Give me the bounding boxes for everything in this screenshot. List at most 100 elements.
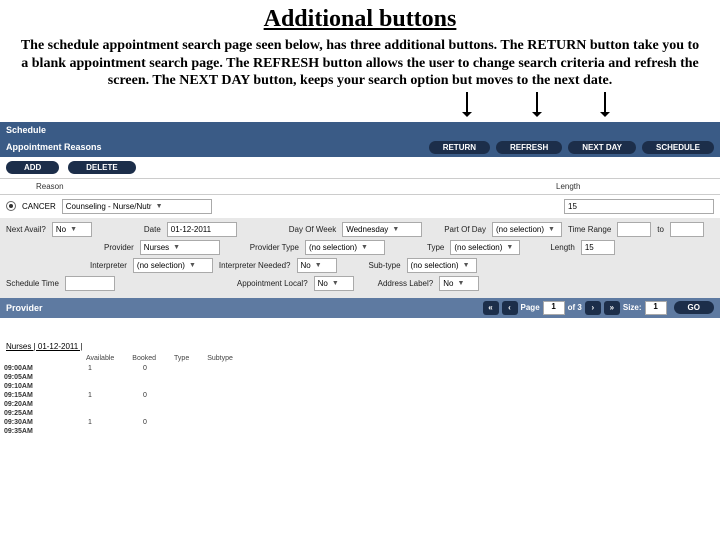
pager-go-button[interactable]: GO — [674, 301, 714, 314]
refresh-button[interactable]: REFRESH — [496, 141, 562, 154]
chevron-down-icon: ▼ — [189, 262, 196, 269]
next-avail-value: No — [56, 225, 66, 234]
slot-available: 1 — [70, 365, 110, 372]
slot-time: 09:25AM — [4, 410, 52, 417]
slot-time: 09:05AM — [4, 374, 52, 381]
schedule-row[interactable]: 09:35AM — [0, 427, 720, 436]
time-range-to-input[interactable] — [670, 222, 704, 237]
chevron-down-icon: ▼ — [506, 244, 513, 251]
col-reason: Reason — [30, 179, 550, 194]
slot-booked: 0 — [128, 419, 162, 426]
subtype-label: Sub-type — [369, 261, 401, 270]
schedule-button[interactable]: SCHEDULE — [642, 141, 714, 154]
pod-select[interactable]: (no selection)▼ — [492, 222, 562, 237]
col-booked: Booked — [132, 355, 156, 362]
schedule-row[interactable]: 09:10AM — [0, 382, 720, 391]
schedule-row[interactable]: 09:30AM 1 0 — [0, 418, 720, 427]
chevron-down-icon: ▼ — [457, 280, 464, 287]
pager-prev-button[interactable]: ‹ — [502, 301, 518, 315]
time-range-to-label: to — [657, 225, 664, 234]
dow-value: Wednesday — [346, 225, 388, 234]
interpreter-needed-label: Interpreter Needed? — [219, 261, 291, 270]
slot-available: 1 — [70, 419, 110, 426]
intro-paragraph: The schedule appointment search page see… — [0, 33, 720, 92]
schedule-row[interactable]: 09:20AM — [0, 400, 720, 409]
chevron-down-icon: ▼ — [173, 244, 180, 251]
appt-local-label: Appointment Local? — [237, 279, 308, 288]
provider-value: Nurses — [144, 243, 169, 252]
subtype-select[interactable]: (no selection) ▼ — [407, 258, 477, 273]
pager-next-button[interactable]: › — [585, 301, 601, 315]
delete-button[interactable]: DELETE — [68, 161, 136, 174]
interpreter-select[interactable]: (no selection) ▼ — [133, 258, 213, 273]
section-bar-provider: Provider « ‹ Page 1 of 3 › » Size: 1 GO — [0, 298, 720, 318]
dow-select[interactable]: Wednesday ▼ — [342, 222, 422, 237]
arrow-nextday-icon — [604, 92, 606, 116]
slot-time: 09:00AM — [4, 365, 52, 372]
pod-value: (no selection) — [496, 225, 544, 234]
pager-first-button[interactable]: « — [483, 301, 499, 315]
pager-of-label: of 3 — [568, 303, 582, 312]
slot-booked: 0 — [128, 365, 162, 372]
date-input[interactable]: 01-12-2011 — [167, 222, 237, 237]
section-bar-schedule: Schedule — [0, 122, 720, 138]
chevron-down-icon: ▼ — [332, 280, 339, 287]
reason-radio[interactable] — [6, 201, 16, 211]
reason-column-headers: Reason Length — [0, 178, 720, 195]
pager-size-input[interactable]: 1 — [645, 301, 667, 315]
schedule-row[interactable]: 09:00AM 1 0 — [0, 364, 720, 373]
appt-local-value: No — [318, 279, 328, 288]
subtype-value: (no selection) — [411, 261, 459, 270]
col-length: Length — [550, 179, 720, 194]
chevron-down-icon: ▼ — [315, 262, 322, 269]
schedule-row[interactable]: 09:05AM — [0, 373, 720, 382]
slot-time: 09:15AM — [4, 392, 52, 399]
next-day-button[interactable]: NEXT DAY — [568, 141, 636, 154]
address-label-value: No — [443, 279, 453, 288]
schedule-slots: 09:00AM 1 0 09:05AM 09:10AM 09:15AM 1 0 09:20AM 0… — [0, 364, 720, 436]
type-label: Type — [427, 243, 444, 252]
arrow-return-icon — [466, 92, 468, 116]
provider-type-select[interactable]: (no selection)▼ — [305, 240, 385, 255]
reason-code: CANCER — [22, 202, 56, 211]
interpreter-value: (no selection) — [137, 261, 185, 270]
chevron-down-icon: ▼ — [463, 262, 470, 269]
pager-last-button[interactable]: » — [604, 301, 620, 315]
col-type: Type — [174, 355, 189, 362]
type-select[interactable]: (no selection) ▼ — [450, 240, 520, 255]
reason-desc-value: Counseling - Nurse/Nutr — [66, 202, 152, 211]
add-button[interactable]: ADD — [6, 161, 59, 174]
slot-available: 1 — [70, 392, 110, 399]
interpreter-needed-select[interactable]: No ▼ — [297, 258, 337, 273]
schedule-row[interactable]: 09:15AM10 — [0, 391, 720, 400]
address-label-select[interactable]: No ▼ — [439, 276, 479, 291]
provider-type-label: Provider Type — [250, 243, 299, 252]
interpreter-needed-value: No — [301, 261, 311, 270]
schedule-time-input[interactable] — [65, 276, 115, 291]
return-button[interactable]: RETURN — [429, 141, 490, 154]
next-avail-select[interactable]: No ▼ — [52, 222, 92, 237]
appointment-reasons-label: Appointment Reasons — [6, 142, 102, 152]
slot-time: 09:30AM — [4, 419, 52, 426]
chevron-down-icon: ▼ — [392, 226, 399, 233]
callout-arrows — [0, 92, 720, 122]
time-range-label: Time Range — [568, 225, 611, 234]
chevron-down-icon: ▼ — [361, 244, 368, 251]
address-label-label: Address Label? — [378, 279, 434, 288]
time-range-from-input[interactable] — [617, 222, 651, 237]
pager-size-label: Size: — [623, 303, 642, 312]
type-value: (no selection) — [454, 243, 502, 252]
chevron-down-icon: ▼ — [70, 226, 77, 233]
search-filters: Next Avail? No▼ Date 01-12-2011 Day Of W… — [0, 218, 720, 298]
pod-label: Part Of Day — [444, 225, 486, 234]
length-input[interactable]: 15 — [581, 240, 615, 255]
schedule-row[interactable]: 09:25AM — [0, 409, 720, 418]
slot-time: 09:20AM — [4, 401, 52, 408]
reason-desc-select[interactable]: Counseling - Nurse/Nutr▼ — [62, 199, 212, 214]
slot-time: 09:10AM — [4, 383, 52, 390]
appt-local-select[interactable]: No ▼ — [314, 276, 354, 291]
provider-select[interactable]: Nurses ▼ — [140, 240, 220, 255]
pager-page-input[interactable]: 1 — [543, 301, 565, 315]
dow-label: Day Of Week — [289, 225, 336, 234]
reason-length-input[interactable]: 15 — [564, 199, 714, 214]
